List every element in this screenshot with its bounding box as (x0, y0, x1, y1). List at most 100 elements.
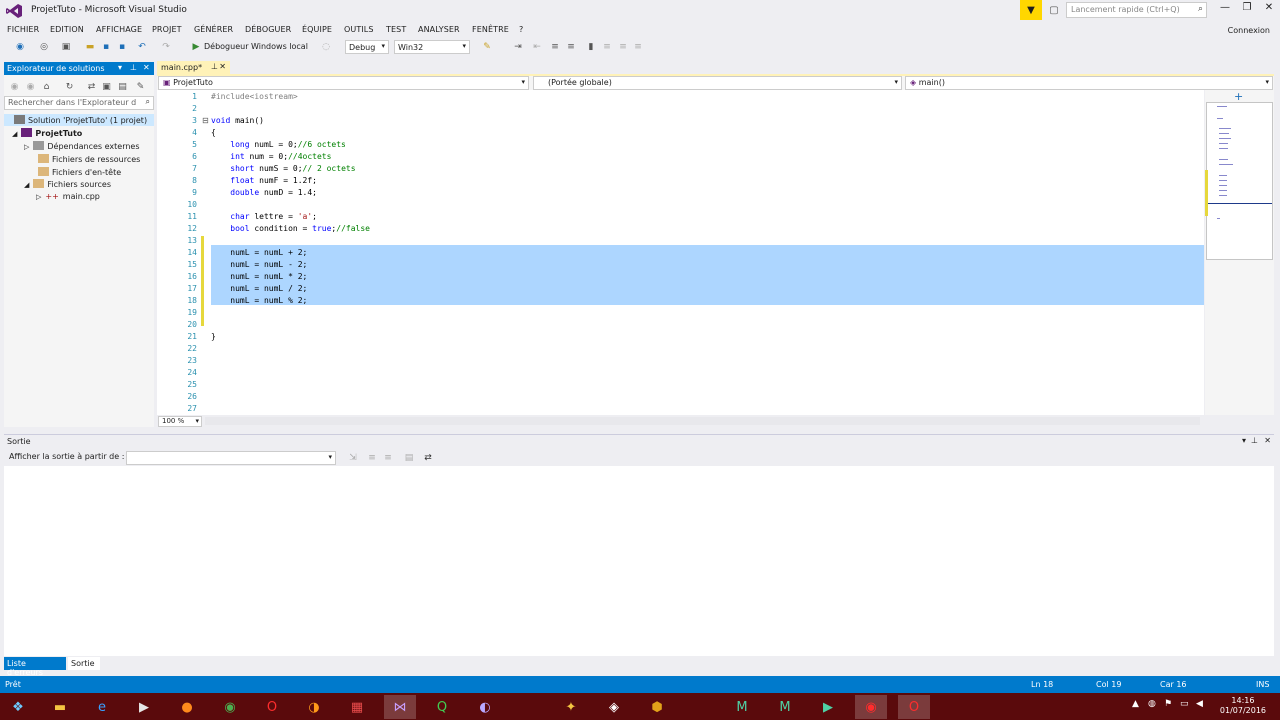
network-icon[interactable]: ◍ (1148, 699, 1156, 709)
pin-icon[interactable]: ⊥ (130, 63, 137, 72)
close-icon[interactable]: ✕ (1264, 436, 1271, 445)
chrome-icon[interactable]: ◉ (214, 695, 246, 719)
menu-test[interactable]: TEST (386, 25, 406, 34)
menu-fenetre[interactable]: FENÊTRE (472, 25, 509, 34)
attach-icon[interactable]: ◌ (320, 40, 332, 54)
media-player-icon[interactable]: ▶ (128, 695, 160, 719)
member-dropdown[interactable]: ◈ main() ▾ (905, 76, 1273, 90)
indent-icon[interactable]: ⇥ (512, 40, 524, 54)
find-message-icon[interactable]: ⇲ (347, 451, 359, 465)
horizontal-scrollbar[interactable] (205, 417, 1200, 425)
tab-main-cpp[interactable]: main.cpp* ⊥ ✕ (157, 61, 230, 74)
app-circle-icon[interactable]: ◐ (469, 695, 501, 719)
pin-icon[interactable]: ⊥ (1251, 436, 1258, 445)
grid-app-icon[interactable]: ▦ (341, 695, 373, 719)
maximize-button[interactable]: ❐ (1236, 2, 1258, 18)
wrench-icon[interactable]: ✎ (135, 80, 146, 94)
tree-item-dependencies[interactable]: ▷ Dépendances externes (24, 141, 140, 151)
file-explorer-icon[interactable]: ▬ (44, 695, 76, 719)
display-icon[interactable]: ▭ (1180, 699, 1189, 709)
new-project-icon[interactable]: ▣ (60, 40, 72, 54)
system-clock[interactable]: 14:16 01/07/2016 (1220, 696, 1266, 716)
opera-window-icon[interactable]: O (898, 695, 930, 719)
tab-error-list[interactable]: Liste d'erreurs (4, 657, 66, 677)
start-debug-icon[interactable]: ▶ (190, 40, 202, 54)
qt-creator-icon[interactable]: Q (426, 695, 458, 719)
collapse-main-icon[interactable]: ⊟ (202, 116, 209, 125)
motionbuilder-icon[interactable]: ▶ (812, 695, 844, 719)
close-icon[interactable]: ✕ (219, 62, 226, 71)
close-icon[interactable]: ✕ (143, 63, 150, 72)
prev-bookmark-icon[interactable]: ≡ (601, 40, 613, 54)
chevron-down-icon[interactable]: ▾ (118, 63, 122, 72)
menu-affichage[interactable]: AFFICHAGE (96, 25, 142, 34)
save-all-icon[interactable]: ▪ (116, 40, 128, 54)
mudbox-icon[interactable]: M (769, 695, 801, 719)
pin-icon[interactable]: ⊥ (211, 62, 218, 71)
word-wrap-icon[interactable]: ⇄ (422, 451, 434, 465)
firefox-icon[interactable]: ● (171, 695, 203, 719)
undo-icon[interactable]: ↶ (136, 40, 148, 54)
sync-icon[interactable]: ↻ (64, 80, 75, 94)
start-button-icon[interactable]: ❖ (2, 695, 34, 719)
tree-item-project[interactable]: ◢ ProjetTuto (12, 128, 82, 138)
menu-fichier[interactable]: FICHIER (7, 25, 39, 34)
solution-search-input[interactable]: Rechercher dans l'Explorateur d ⌕ (4, 96, 154, 110)
tab-output[interactable]: Sortie (68, 657, 100, 670)
next-bookmark-icon[interactable]: ≡ (617, 40, 629, 54)
vertical-scrollbar-map[interactable]: + (1205, 90, 1274, 415)
collapsed-arrow-icon[interactable]: ▷ (24, 143, 29, 151)
show-hidden-icons-icon[interactable]: ▲ (1132, 699, 1139, 709)
recorder-icon[interactable]: ◉ (855, 695, 887, 719)
project-dropdown[interactable]: ▣ ProjetTuto ▾ (158, 76, 529, 90)
clear-all-icon[interactable]: ▤ (403, 451, 415, 465)
forward-icon[interactable]: ◎ (38, 40, 50, 54)
expanded-arrow-icon[interactable]: ◢ (24, 181, 29, 189)
redo-icon[interactable]: ↷ (160, 40, 172, 54)
unity-icon[interactable]: ◈ (598, 695, 630, 719)
zoom-select[interactable]: 100 % ▾ (158, 416, 202, 427)
opera-icon[interactable]: O (256, 695, 288, 719)
menu-deboguer[interactable]: DÉBOGUER (245, 25, 291, 34)
menu-outils[interactable]: OUTILS (344, 25, 374, 34)
find-icon[interactable]: ✎ (481, 40, 493, 54)
expanded-arrow-icon[interactable]: ◢ (12, 130, 17, 138)
comment-icon[interactable]: ≡ (549, 40, 561, 54)
config-select[interactable]: Debug ▾ (345, 40, 389, 54)
collapse-all-icon[interactable]: ▣ (101, 80, 112, 94)
tree-item-resources[interactable]: Fichiers de ressources (38, 154, 140, 164)
prev-message-icon[interactable]: ≡ (366, 451, 378, 465)
minimize-button[interactable]: — (1214, 2, 1236, 18)
maya-icon[interactable]: M (726, 695, 758, 719)
show-all-icon[interactable]: ▤ (117, 80, 128, 94)
chevron-down-icon[interactable]: ▾ (1242, 436, 1246, 445)
flag-icon[interactable]: ⚑ (1164, 699, 1172, 709)
minimap-viewport[interactable] (1206, 102, 1273, 260)
scope-dropdown[interactable]: (Portée globale) ▾ (533, 76, 902, 90)
tree-item-main-cpp[interactable]: ▷ ++ main.cpp (36, 192, 100, 201)
menu-projet[interactable]: PROJET (152, 25, 182, 34)
internet-explorer-icon[interactable]: e (86, 695, 118, 719)
hex-app-icon[interactable]: ⬢ (641, 695, 673, 719)
menu-help[interactable]: ? (519, 25, 523, 34)
next-message-icon[interactable]: ≡ (382, 451, 394, 465)
platform-select[interactable]: Win32 ▾ (394, 40, 470, 54)
open-file-icon[interactable]: ▬ (84, 40, 96, 54)
blender-icon[interactable]: ◑ (298, 695, 330, 719)
menu-analyser[interactable]: ANALYSER (418, 25, 460, 34)
quick-launch-input[interactable]: Lancement rapide (Ctrl+Q) ⌕ (1066, 2, 1207, 18)
forward-icon[interactable]: ◉ (25, 80, 36, 94)
tree-item-headers[interactable]: Fichiers d'en-tête (38, 167, 121, 177)
tree-item-sources[interactable]: ◢ Fichiers sources (24, 179, 111, 189)
output-text-area[interactable] (4, 466, 1274, 656)
refresh-icon[interactable]: ⇄ (86, 80, 97, 94)
menu-edition[interactable]: EDITION (50, 25, 84, 34)
menu-equipe[interactable]: ÉQUIPE (302, 25, 332, 34)
back-icon[interactable]: ◉ (14, 40, 26, 54)
tree-item-solution[interactable]: Solution 'ProjetTuto' (1 projet) (4, 114, 154, 126)
back-icon[interactable]: ◉ (9, 80, 20, 94)
outdent-icon[interactable]: ⇤ (531, 40, 543, 54)
volume-icon[interactable]: ◀ (1196, 699, 1203, 709)
runner-app-icon[interactable]: ✦ (555, 695, 587, 719)
uncomment-icon[interactable]: ≡ (565, 40, 577, 54)
